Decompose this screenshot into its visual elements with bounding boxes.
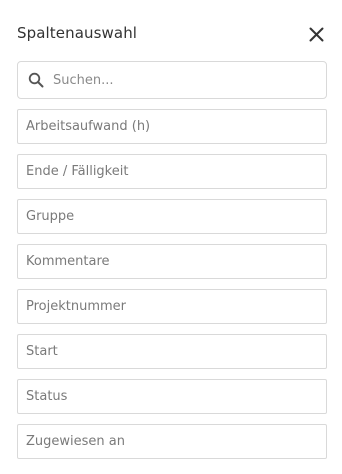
- column-option-zugewiesen-an[interactable]: Zugewiesen an: [17, 424, 327, 459]
- search-icon: [28, 72, 44, 88]
- column-option-start[interactable]: Start: [17, 334, 327, 369]
- panel-title: Spaltenauswahl: [17, 24, 138, 42]
- column-option-label: Projektnummer: [26, 299, 127, 314]
- column-option-gruppe[interactable]: Gruppe: [17, 199, 327, 234]
- column-list: Arbeitsaufwand (h) Ende / Fälligkeit Gru…: [17, 109, 327, 469]
- column-option-label: Zugewiesen an: [26, 434, 125, 449]
- column-option-label: Start: [26, 344, 58, 359]
- column-selection-panel: Spaltenauswahl Arbeitsaufwand (h) Ende /…: [0, 0, 342, 474]
- column-option-status[interactable]: Status: [17, 379, 327, 414]
- search-input[interactable]: [53, 72, 303, 88]
- column-option-label: Gruppe: [26, 209, 75, 224]
- column-option-kommentare[interactable]: Kommentare: [17, 244, 327, 279]
- column-option-label: Status: [26, 389, 68, 404]
- close-icon: [309, 27, 323, 41]
- search-field[interactable]: [17, 61, 327, 99]
- column-option-arbeitsaufwand[interactable]: Arbeitsaufwand (h): [17, 109, 327, 144]
- column-option-ende-faelligkeit[interactable]: Ende / Fälligkeit: [17, 154, 327, 189]
- close-button[interactable]: [304, 22, 328, 46]
- column-option-label: Kommentare: [26, 254, 110, 269]
- panel-header: Spaltenauswahl: [17, 22, 328, 46]
- column-option-label: Ende / Fälligkeit: [26, 164, 129, 179]
- column-option-projektnummer[interactable]: Projektnummer: [17, 289, 327, 324]
- column-option-label: Arbeitsaufwand (h): [26, 119, 151, 134]
